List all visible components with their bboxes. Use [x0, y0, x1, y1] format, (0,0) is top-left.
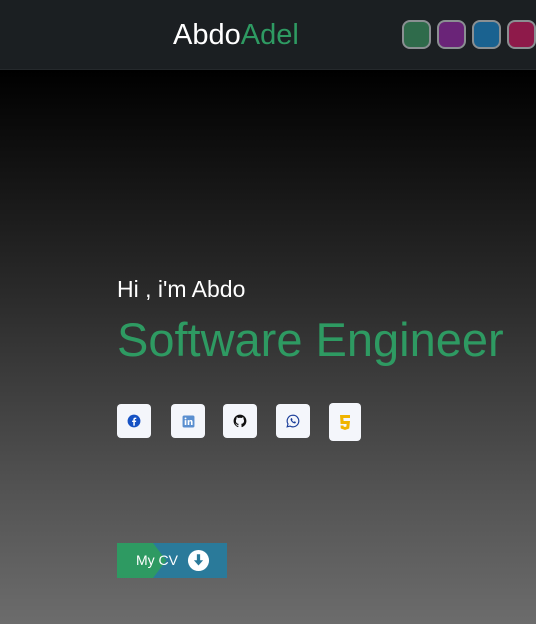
html5-link[interactable] [329, 403, 361, 441]
github-link[interactable] [223, 404, 257, 438]
github-icon [233, 414, 247, 428]
navbar: AbdoAdel [0, 0, 536, 70]
facebook-link[interactable] [117, 404, 151, 438]
brand-second: Adel [240, 19, 299, 51]
whatsapp-icon [286, 414, 300, 428]
whatsapp-link[interactable] [276, 404, 310, 438]
cv-button-label: My CV [136, 552, 178, 568]
hero-greeting: Hi , i'm Abdo [117, 276, 246, 302]
download-icon [187, 549, 210, 572]
cv-download-button[interactable]: My CV [117, 543, 227, 578]
html5-icon [340, 415, 350, 430]
theme-swatch-blue[interactable] [472, 20, 501, 49]
brand-first: Abdo [173, 19, 241, 51]
hero-role: Software Engineer [117, 313, 504, 366]
brand-logo[interactable]: AbdoAdel [173, 18, 299, 52]
theme-swatch-green[interactable] [402, 20, 431, 49]
linkedin-link[interactable] [171, 404, 205, 438]
facebook-icon [127, 414, 141, 428]
theme-swatch-crimson[interactable] [507, 20, 536, 49]
linkedin-icon [182, 415, 194, 427]
theme-swatch-purple[interactable] [437, 20, 466, 49]
